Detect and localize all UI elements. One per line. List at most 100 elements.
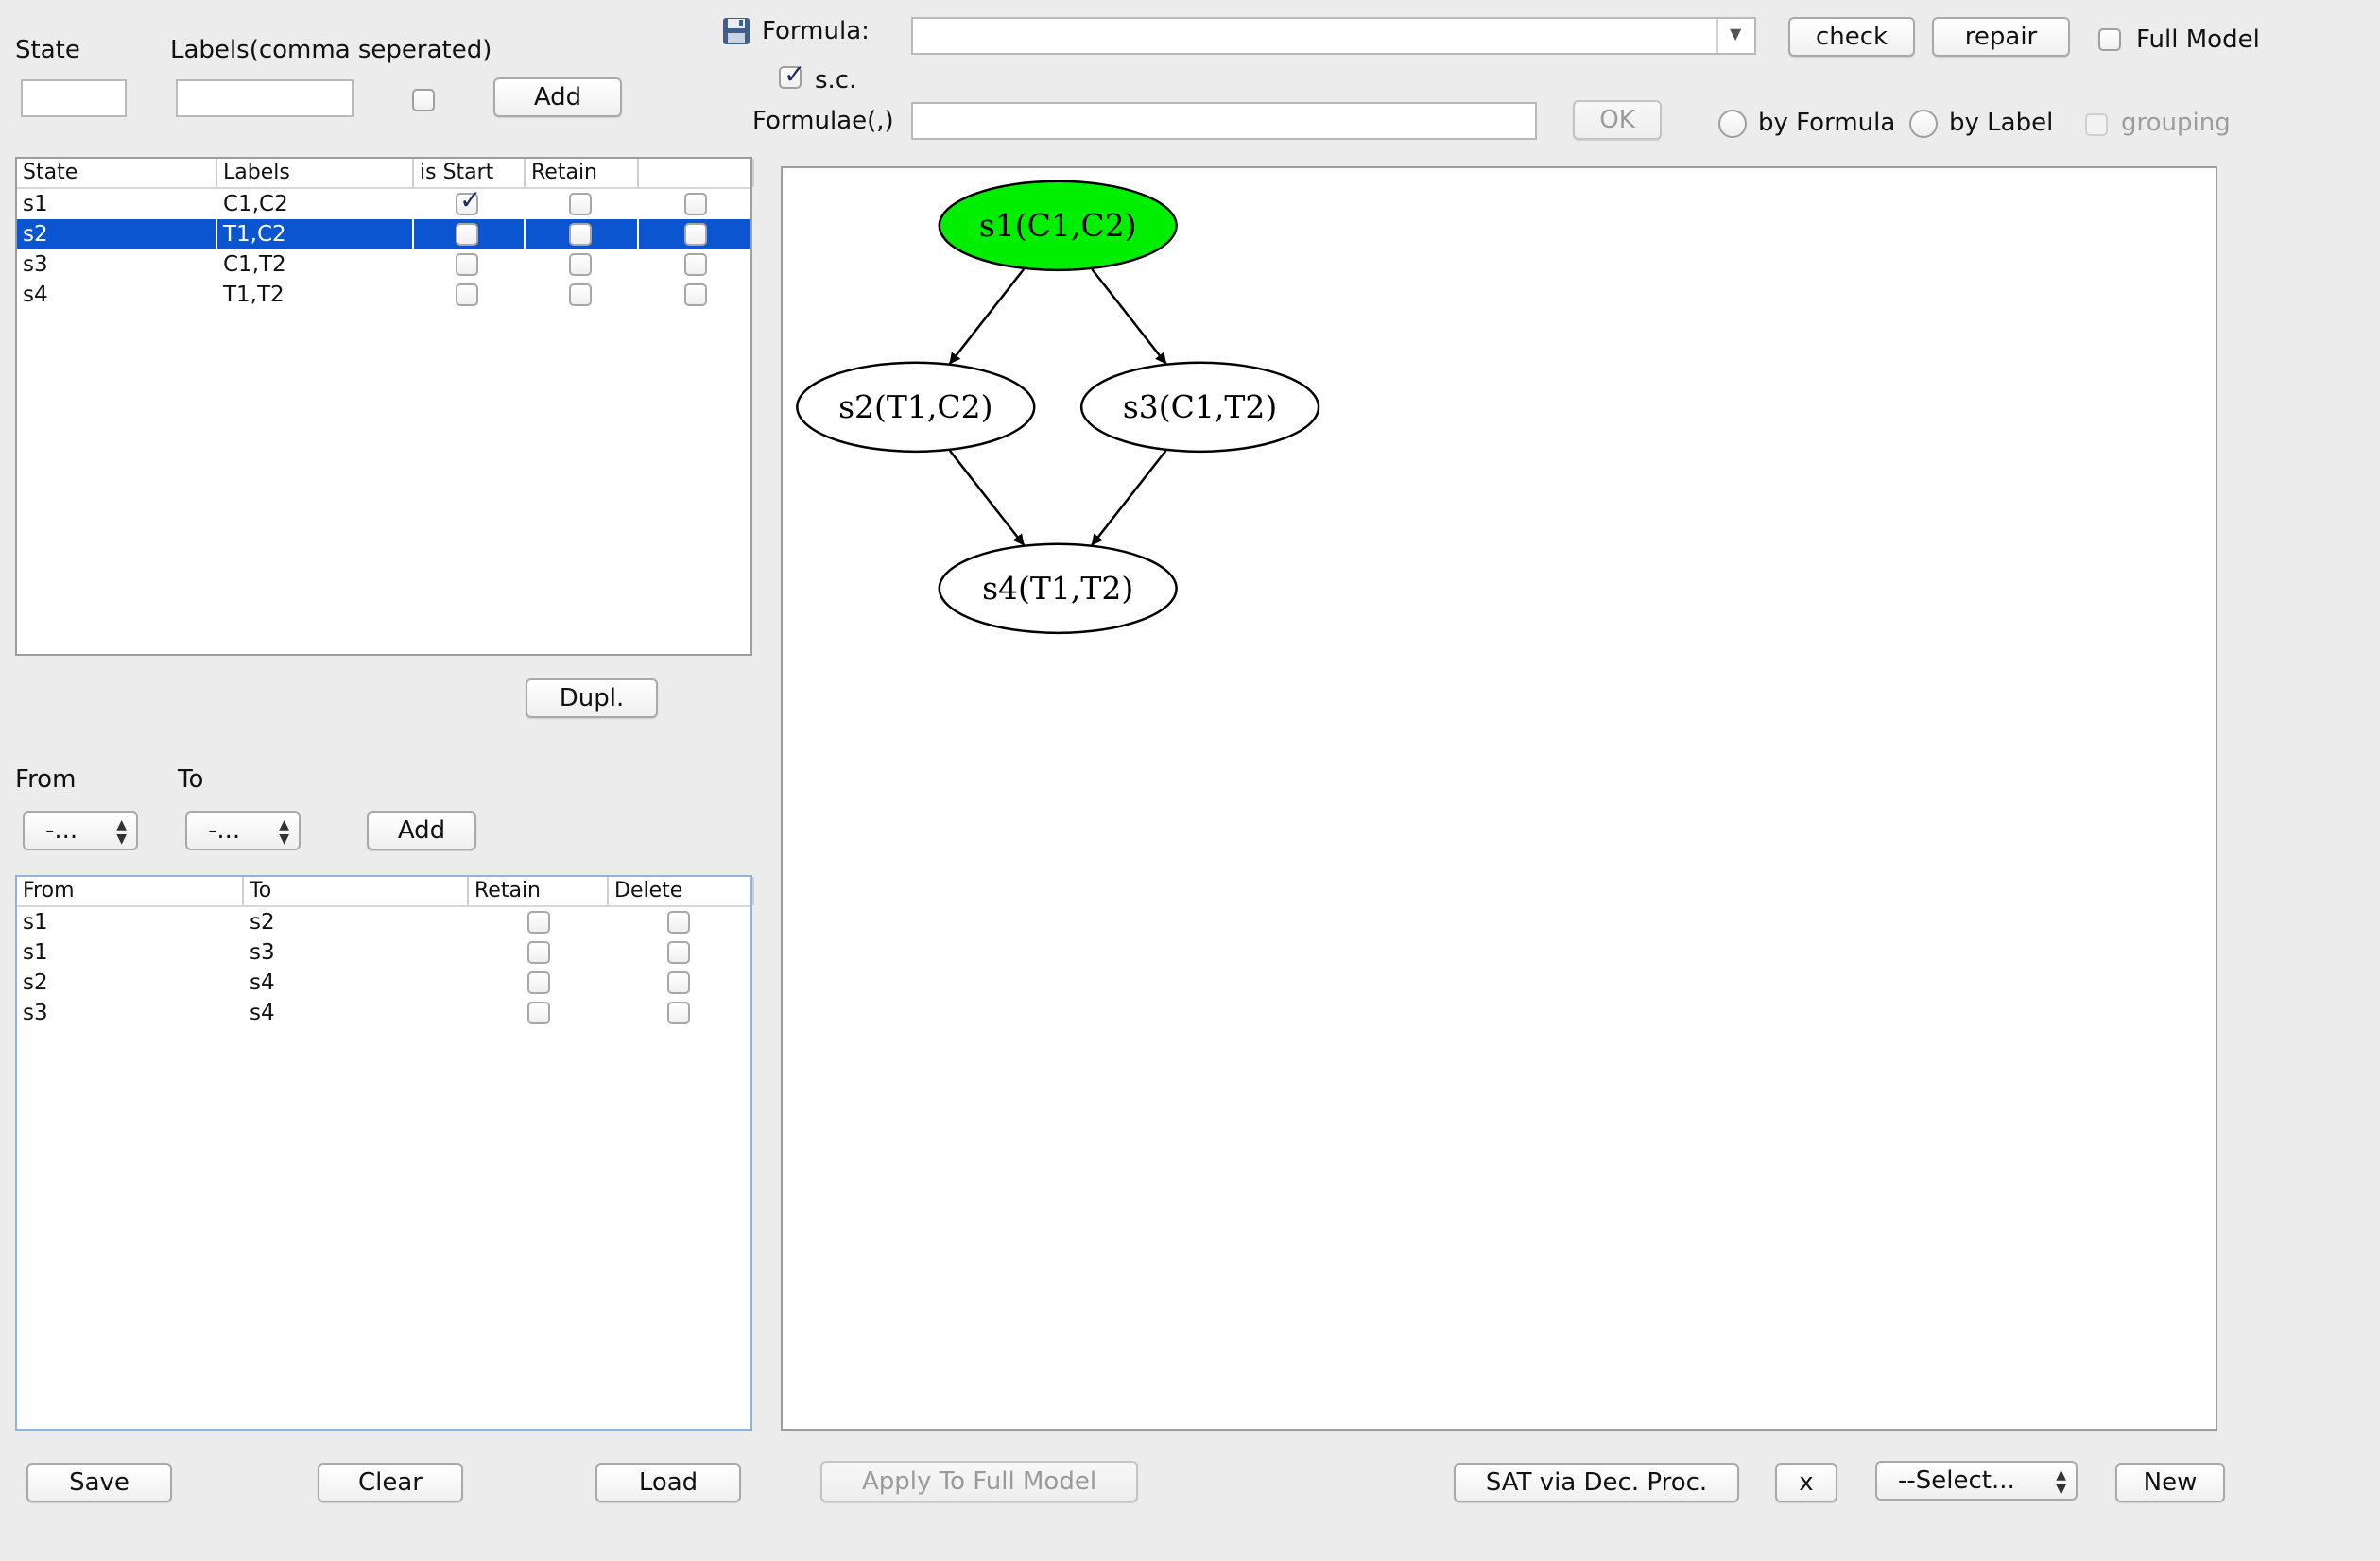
header-is-start[interactable]: is Start (414, 159, 526, 187)
retain-checkbox[interactable] (569, 253, 592, 276)
labels-cell[interactable]: T1,T2 (217, 280, 414, 310)
sat-via-dec-proc-button[interactable]: SAT via Dec. Proc. (1454, 1463, 1739, 1502)
header-from[interactable]: From (17, 877, 244, 905)
header-delete[interactable]: Delete (609, 877, 754, 905)
delete-checkbox[interactable] (667, 971, 690, 994)
retain-checkbox[interactable] (569, 283, 592, 306)
from-cell[interactable]: s2 (17, 968, 244, 998)
from-cell[interactable]: s1 (17, 907, 244, 937)
header-state[interactable]: State (17, 159, 217, 187)
duplicate-button[interactable]: Dupl. (526, 678, 658, 718)
to-cell[interactable]: s3 (244, 937, 469, 968)
retain-checkbox[interactable] (527, 971, 550, 994)
x-button[interactable]: x (1775, 1463, 1837, 1502)
state-cell[interactable]: s2 (17, 219, 217, 249)
select-dropdown-value: --Select... (1898, 1467, 2015, 1495)
state-cell[interactable]: s3 (17, 249, 217, 280)
grouping-checkbox[interactable] (2085, 113, 2108, 136)
delete-checkbox[interactable] (667, 941, 690, 964)
retain-checkbox[interactable] (527, 941, 550, 964)
retain-checkbox[interactable] (527, 1002, 550, 1024)
labels-cell[interactable]: T1,C2 (217, 219, 414, 249)
from-select[interactable]: -... ▲ ▼ (23, 811, 138, 850)
by-formula-label: by Formula (1758, 109, 1896, 137)
edge-s3-s4 (1091, 450, 1167, 546)
state-cell[interactable]: s1 (17, 189, 217, 219)
formula-combobox[interactable]: ▼ (911, 17, 1756, 55)
states-table[interactable]: State Labels is Start Retain s1 C1,C2 ✓ s2 T… (15, 157, 754, 656)
apply-to-full-model-button[interactable]: Apply To Full Model (820, 1461, 1138, 1502)
retain-checkbox[interactable] (527, 911, 550, 934)
formulae-input[interactable] (911, 102, 1537, 140)
transition-row[interactable]: s1 s3 (17, 937, 750, 968)
transition-row[interactable]: s3 s4 (17, 998, 750, 1028)
delete-checkbox[interactable] (667, 911, 690, 934)
delete-checkbox[interactable] (667, 1002, 690, 1024)
checkbox-cell (526, 249, 639, 280)
new-button[interactable]: New (2115, 1463, 2225, 1502)
node-label: s1(C1,C2) (979, 207, 1137, 244)
retain-checkbox[interactable] (569, 223, 592, 246)
state-row[interactable]: s1 C1,C2 ✓ (17, 187, 750, 219)
select-dropdown[interactable]: --Select... ▲ ▼ (1875, 1461, 2078, 1501)
transitions-table-header: From To Retain Delete (17, 877, 754, 907)
header-to[interactable]: To (244, 877, 469, 905)
extra-checkbox[interactable] (684, 283, 707, 306)
by-formula-radio[interactable] (1718, 110, 1747, 138)
state-input[interactable] (21, 79, 127, 117)
extra-checkbox[interactable] (684, 223, 707, 246)
labels-cell[interactable]: C1,C2 (217, 189, 414, 219)
repair-button[interactable]: repair (1932, 17, 2070, 57)
by-label-radio[interactable] (1909, 110, 1938, 138)
is-start-checkbox[interactable] (456, 253, 478, 276)
labels-cell[interactable]: C1,T2 (217, 249, 414, 280)
extra-checkbox[interactable] (684, 193, 707, 215)
state-row[interactable]: s4 T1,T2 (17, 280, 750, 310)
to-cell[interactable]: s4 (244, 968, 469, 998)
extra-checkbox[interactable] (684, 253, 707, 276)
full-model-checkbox[interactable] (2098, 28, 2121, 51)
updown-arrows-icon: ▲ ▼ (116, 817, 127, 847)
from-select-value: -... (45, 816, 78, 845)
save-disk-icon[interactable] (722, 17, 750, 45)
graph-canvas[interactable]: s1(C1,C2) s2(T1,C2) s3(C1,T2) s4(T1,T2) (781, 166, 2217, 1431)
is-start-checkbox[interactable]: ✓ (456, 187, 481, 215)
labels-input[interactable] (176, 79, 354, 117)
ok-button[interactable]: OK (1573, 100, 1662, 140)
chevron-down-icon: ▼ (1730, 25, 1742, 43)
sc-checkbox[interactable]: ✓ (779, 61, 805, 89)
checkbox-cell: ✓ (414, 187, 526, 219)
to-cell[interactable]: s4 (244, 998, 469, 1028)
checkbox-cell (526, 189, 639, 219)
header-retain[interactable]: Retain (526, 159, 639, 187)
from-cell[interactable]: s3 (17, 998, 244, 1028)
check-button[interactable]: check (1788, 17, 1915, 57)
from-cell[interactable]: s1 (17, 937, 244, 968)
save-button[interactable]: Save (26, 1463, 172, 1502)
to-label: To (178, 765, 204, 794)
checkbox-cell (414, 249, 526, 280)
clear-button[interactable]: Clear (318, 1463, 463, 1502)
is-start-checkbox[interactable] (456, 283, 478, 306)
transition-row[interactable]: s2 s4 (17, 968, 750, 998)
checkmark-icon: ✓ (784, 59, 806, 90)
add-state-button[interactable]: Add (493, 77, 622, 117)
combobox-dropdown-arrow[interactable]: ▼ (1716, 19, 1754, 53)
add-transition-button[interactable]: Add (367, 811, 476, 850)
load-button[interactable]: Load (595, 1463, 741, 1502)
to-select[interactable]: -... ▲ ▼ (185, 811, 301, 850)
checkbox-cell (639, 189, 754, 219)
state-cell[interactable]: s4 (17, 280, 217, 310)
transitions-table[interactable]: From To Retain Delete s1 s2 s1 s3 s2 s4 s3 s4 (15, 875, 754, 1431)
state-flag-checkbox[interactable] (412, 89, 435, 112)
state-row[interactable]: s2 T1,C2 (17, 219, 750, 249)
retain-checkbox[interactable] (569, 193, 592, 215)
checkbox-cell (526, 280, 639, 310)
is-start-checkbox[interactable] (456, 223, 478, 246)
header-labels[interactable]: Labels (217, 159, 414, 187)
to-cell[interactable]: s2 (244, 907, 469, 937)
state-row[interactable]: s3 C1,T2 (17, 249, 750, 280)
transition-row[interactable]: s1 s2 (17, 907, 750, 937)
header-extra[interactable] (639, 159, 754, 187)
header-retain[interactable]: Retain (469, 877, 609, 905)
